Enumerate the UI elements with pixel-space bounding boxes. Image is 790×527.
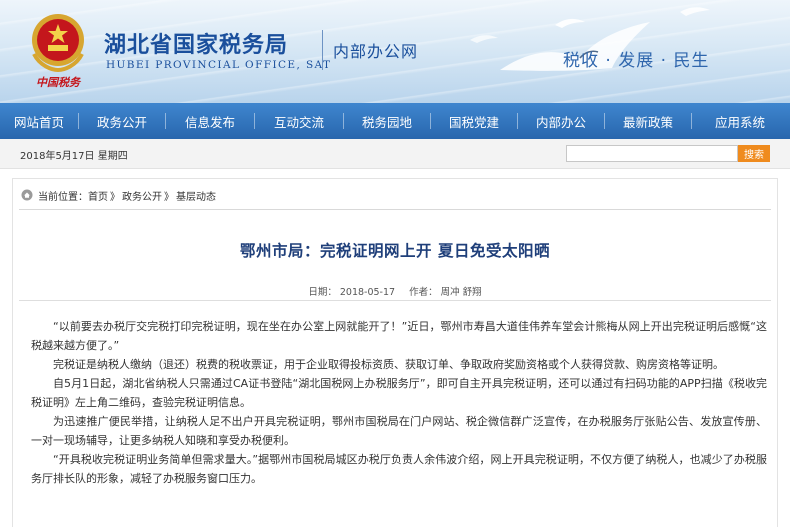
slogan: 税收 · 发展 · 民生 bbox=[563, 51, 710, 71]
location-icon bbox=[21, 189, 33, 201]
site-banner: 中国税务 湖北省国家税务局 HUBEI PROVINCIAL OFFICE, S… bbox=[0, 0, 790, 103]
nav-item-applications[interactable]: 应用系统 bbox=[692, 103, 788, 139]
intranet-label: 内部办公网 bbox=[333, 42, 419, 61]
article-paragraph: 为迅速推广便民举措，让纳税人足不出户开具完税证明，鄂州市国税局在门户网站、税企微… bbox=[31, 415, 767, 447]
breadcrumb-item-government-affairs[interactable]: 政务公开 bbox=[122, 188, 162, 203]
breadcrumb-item-grassroots[interactable]: 基层动态 bbox=[176, 188, 216, 203]
article-paragraph: 完税证是纳税人缴纳（退还）税费的税收票证，用于企业取得投标资质、获取订单、争取政… bbox=[53, 358, 724, 371]
breadcrumb-separator: 》 bbox=[164, 191, 174, 203]
site-subtitle: HUBEI PROVINCIAL OFFICE, SAT bbox=[106, 59, 332, 71]
nav-item-latest-policy[interactable]: 最新政策 bbox=[605, 103, 691, 139]
main-nav: 网站首页 政务公开 信息发布 互动交流 税务园地 国税党建 内部办公 最新政策 … bbox=[0, 103, 790, 139]
nav-item-government-affairs[interactable]: 政务公开 bbox=[79, 103, 165, 139]
article-meta: 日期： 2018-05-17 作者： 周冲 舒翔 bbox=[13, 284, 777, 298]
article-container: 当前位置： 首页 》 政务公开 》 基层动态 鄂州市局：完税证明网上开 夏日免受… bbox=[12, 178, 778, 527]
breadcrumb-prefix: 当前位置： bbox=[38, 191, 88, 203]
article-body: “以前要去办税厅交完税打印完税证明，现在坐在办公室上网就能开了！”近日，鄂州市寿… bbox=[31, 317, 767, 488]
emblem-caption: 中国税务 bbox=[36, 76, 80, 89]
date-label: 日期： bbox=[308, 287, 337, 298]
article-title: 鄂州市局：完税证明网上开 夏日免受太阳晒 bbox=[240, 241, 550, 260]
breadcrumb-divider bbox=[19, 209, 771, 210]
article-paragraph: “以前要去办税厅交完税打印完税证明，现在坐在办公室上网就能开了！”近日，鄂州市寿… bbox=[31, 320, 767, 352]
breadcrumb: 当前位置： 首页 》 政务公开 》 基层动态 bbox=[21, 187, 216, 203]
nav-item-interaction[interactable]: 互动交流 bbox=[255, 103, 343, 139]
title-divider bbox=[322, 30, 323, 70]
site-title[interactable]: 湖北省国家税务局 bbox=[104, 27, 288, 59]
search-input[interactable] bbox=[566, 145, 738, 162]
search-button[interactable]: 搜索 bbox=[738, 145, 770, 162]
article-date: 2018-05-17 bbox=[339, 287, 396, 298]
article-author: 周冲 舒翔 bbox=[440, 287, 482, 298]
article-paragraph: 自5月1日起，湖北省纳税人只需通过CA证书登陆“湖北国税网上办税服务厅”，即可自… bbox=[31, 377, 767, 409]
nav-item-party-building[interactable]: 国税党建 bbox=[431, 103, 517, 139]
current-date: 2018年5月17日 星期四 bbox=[20, 147, 128, 162]
author-label: 作者： bbox=[409, 287, 438, 298]
info-bar: 2018年5月17日 星期四 搜索 bbox=[0, 139, 790, 169]
date-value: 2018年5月17日 bbox=[20, 151, 95, 162]
meta-divider bbox=[19, 300, 771, 301]
nav-item-news[interactable]: 信息发布 bbox=[166, 103, 254, 139]
national-emblem-logo bbox=[32, 14, 84, 73]
article-paragraph: “开具税收完税证明业务简单但需求量大。”据鄂州市国税局城区办税厅负责人余伟波介绍… bbox=[31, 453, 767, 485]
weekday-value: 星期四 bbox=[97, 151, 128, 162]
nav-item-home[interactable]: 网站首页 bbox=[0, 103, 78, 139]
nav-item-internal-office[interactable]: 内部办公 bbox=[518, 103, 604, 139]
breadcrumb-item-home[interactable]: 首页 bbox=[88, 188, 108, 203]
nav-item-tax-garden[interactable]: 税务园地 bbox=[344, 103, 430, 139]
breadcrumb-separator: 》 bbox=[110, 191, 120, 203]
